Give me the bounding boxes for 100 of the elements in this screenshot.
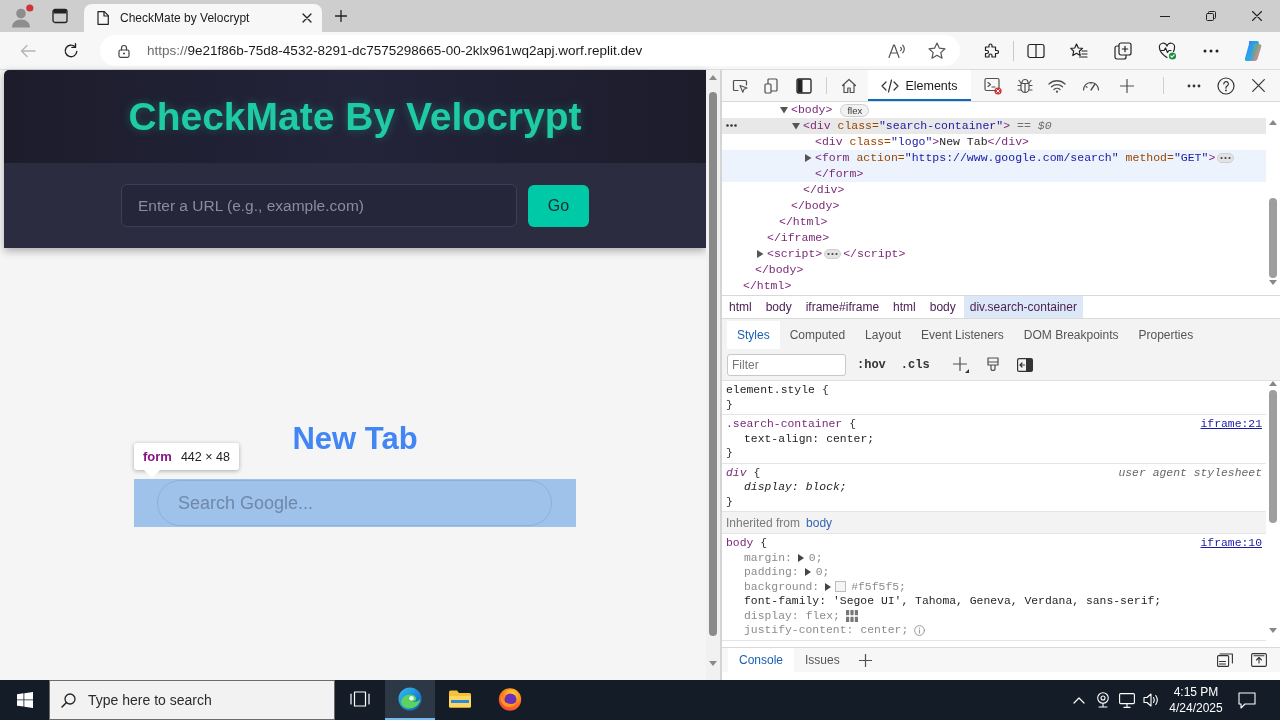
scroll-down-icon[interactable]	[1269, 628, 1277, 633]
speaker-icon[interactable]	[1143, 693, 1159, 707]
dom-tree-row[interactable]: </body>	[722, 198, 1266, 214]
property-value[interactable]: #f5f5f5;	[851, 579, 906, 594]
dom-tree-row[interactable]: <div class="search-container"> == $0	[722, 118, 1266, 134]
help-icon[interactable]	[1217, 76, 1235, 95]
dock-side-icon[interactable]	[796, 77, 812, 94]
property-name[interactable]: padding:	[744, 565, 799, 580]
ellipsis-icon[interactable]	[1217, 153, 1235, 163]
styles-tab[interactable]: DOM Breakpoints	[1013, 321, 1129, 349]
property-name[interactable]: font-family:	[744, 594, 827, 609]
scroll-up-icon[interactable]	[1269, 120, 1277, 125]
go-button[interactable]: Go	[528, 184, 589, 227]
caret-icon[interactable]	[780, 106, 788, 114]
styles-tab[interactable]: Event Listeners	[911, 321, 1014, 349]
start-icon[interactable]	[16, 692, 33, 708]
minimize-icon[interactable]	[1160, 15, 1170, 17]
taskbar-search-field[interactable]: Type here to search	[49, 680, 335, 720]
caret-icon[interactable]	[792, 122, 800, 130]
scroll-down-icon[interactable]	[1269, 280, 1277, 285]
grid-icon[interactable]	[845, 609, 858, 622]
notification-icon[interactable]	[1238, 691, 1256, 709]
scrollbar-thumb[interactable]	[709, 92, 717, 636]
property-value[interactable]: flex;	[805, 608, 840, 623]
more-icon[interactable]	[1187, 83, 1201, 88]
plus-icon[interactable]	[335, 10, 347, 22]
dom-tree-row[interactable]: <script> </script>	[722, 246, 1266, 262]
dom-tree-row[interactable]: </html>	[722, 214, 1266, 230]
css-selector[interactable]: body {	[726, 536, 768, 551]
breadcrumb[interactable]: div.search-container	[963, 296, 1083, 318]
breadcrumb[interactable]: html	[887, 296, 922, 318]
css-selector[interactable]: .search-container {	[726, 417, 857, 432]
property-name[interactable]: margin:	[744, 550, 792, 565]
puzzle-icon[interactable]	[983, 42, 999, 59]
caret-icon[interactable]	[797, 553, 804, 562]
dom-tree-row[interactable]: </div>	[722, 182, 1266, 198]
browser-tab[interactable]: CheckMate by Velocrypt	[84, 4, 322, 32]
close-icon[interactable]	[1251, 79, 1265, 92]
property-value[interactable]: 0;	[815, 565, 830, 580]
search-field[interactable]: Search Google...	[157, 480, 552, 526]
tab-actions-icon[interactable]	[52, 8, 68, 24]
filter-field[interactable]: Filter	[727, 353, 846, 376]
brush-icon[interactable]	[986, 356, 999, 373]
color-swatch-icon[interactable]	[835, 581, 847, 593]
url-input-field[interactable]: Enter a URL (e.g., example.com)	[121, 184, 517, 227]
profile-icon[interactable]	[10, 4, 34, 28]
styles-tab[interactable]: Computed	[779, 321, 856, 349]
layout-badge[interactable]: flex	[840, 103, 870, 117]
scrollbar-thumb[interactable]	[1269, 198, 1277, 278]
property-value[interactable]: 0;	[808, 550, 823, 565]
dom-tree-row[interactable]: </html>	[722, 278, 1266, 294]
source-link[interactable]: iframe:10	[1200, 536, 1262, 551]
more-icon[interactable]	[1203, 48, 1219, 53]
dock-window-icon[interactable]	[1217, 653, 1233, 667]
close-icon[interactable]	[302, 13, 312, 23]
styles-tab[interactable]: Properties	[1128, 321, 1204, 349]
css-selector[interactable]: div {	[726, 465, 761, 480]
webcam-icon[interactable]	[1096, 692, 1110, 708]
address-field[interactable]: https://9e21f86b-75d8-4532-8291-dc7575298665-00-2klx961wq2apj.worf.replit.dev	[100, 35, 960, 66]
network-icon[interactable]	[1119, 692, 1135, 708]
styles-tab[interactable]: Styles	[727, 321, 780, 349]
source-link[interactable]: iframe:21	[1200, 417, 1262, 432]
info-icon[interactable]	[914, 624, 926, 636]
lock-icon[interactable]	[118, 43, 130, 58]
expand-panel-icon[interactable]	[1251, 653, 1267, 667]
panel-tab[interactable]: Elements	[868, 70, 971, 101]
drawer-tab[interactable]: Issues	[794, 648, 851, 672]
dom-tree-row[interactable]: <div class="logo">New Tab</div>	[722, 134, 1266, 150]
breadcrumb[interactable]: body	[759, 296, 798, 318]
caret-icon[interactable]	[804, 568, 811, 577]
property-value[interactable]: center;	[860, 623, 909, 638]
dom-tree-row[interactable]: <form action="https://www.google.com/search" method="GET"> </form>	[722, 150, 1266, 182]
collections-icon[interactable]	[1114, 41, 1132, 60]
property-value[interactable]: 'Segoe UI', Tahoma, Geneva, Verdana, sans-serif;	[833, 594, 1162, 609]
property-name[interactable]: display:	[744, 608, 799, 623]
styles-tab[interactable]: Layout	[855, 321, 912, 349]
scroll-down-icon[interactable]	[709, 661, 717, 666]
read-aloud-icon[interactable]	[888, 42, 906, 59]
css-selector[interactable]: element.style {	[726, 383, 829, 398]
refresh-icon[interactable]	[63, 42, 79, 59]
dom-tree-row[interactable]: </iframe>	[722, 230, 1266, 246]
property-value[interactable]: center;	[826, 431, 875, 446]
property-name[interactable]: text-align:	[744, 431, 820, 446]
chevron-up-icon[interactable]	[1073, 696, 1085, 704]
new-rule-icon[interactable]	[952, 356, 969, 373]
dom-tree-row[interactable]: <body> flex	[722, 102, 1266, 118]
heart-icon[interactable]	[1157, 41, 1177, 60]
close-icon[interactable]	[1252, 11, 1262, 21]
property-name[interactable]: display:	[744, 480, 799, 495]
breadcrumb[interactable]: html	[723, 296, 758, 318]
taskbar-button[interactable]	[385, 680, 435, 720]
restore-icon[interactable]	[1206, 11, 1216, 21]
ellipsis-icon[interactable]	[824, 249, 842, 259]
toggle-button[interactable]: :hov	[854, 355, 889, 374]
drawer-tab[interactable]: Console	[728, 648, 795, 672]
inspect-icon[interactable]	[732, 77, 748, 94]
property-name[interactable]: background:	[744, 579, 820, 594]
star-icon[interactable]	[928, 42, 946, 59]
assistant-logo-icon[interactable]	[1242, 39, 1264, 62]
scroll-up-icon[interactable]	[709, 75, 717, 80]
